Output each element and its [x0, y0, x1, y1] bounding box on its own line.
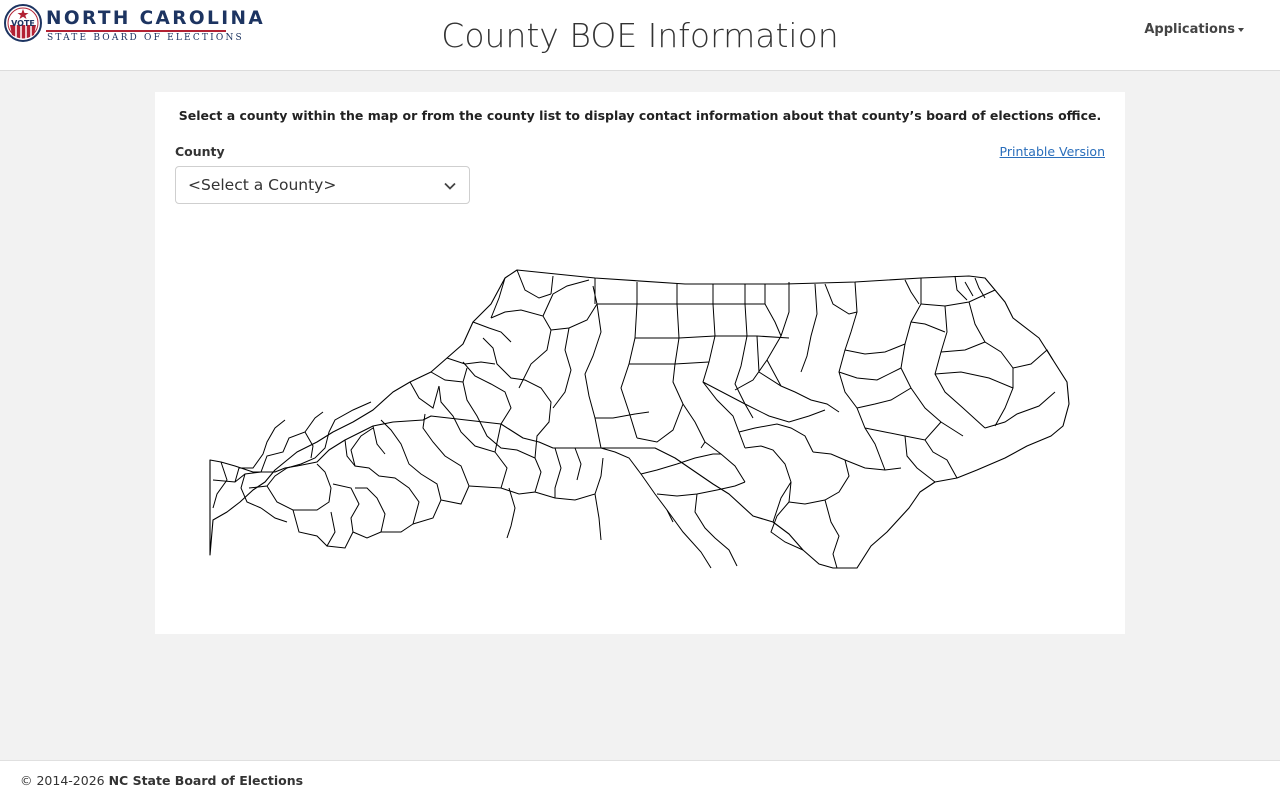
county-info-card: Select a county within the map or from t… — [155, 92, 1125, 634]
caret-down-icon — [1238, 27, 1244, 32]
county-border — [380, 419, 442, 525]
county-border — [574, 447, 582, 481]
county-border — [260, 507, 288, 523]
chevron-down-icon — [444, 182, 456, 190]
printable-version-link[interactable]: Printable Version — [1000, 144, 1105, 159]
applications-menu[interactable]: Applications — [1144, 22, 1244, 37]
county-select[interactable]: <Select a County> — [175, 166, 470, 204]
page-title: County BOE Information — [441, 16, 839, 55]
top-navbar: VOTE NORTH CAROLINA STATE BOARD OF ELECT… — [0, 0, 1280, 71]
county-border — [506, 487, 516, 539]
county-border — [554, 447, 562, 498]
footer-text: © 2014-2026 NC State Board of Elections — [20, 773, 303, 788]
county-border — [344, 439, 356, 467]
footer-org: NC State Board of Elections — [108, 773, 304, 788]
instructions-text: Select a county within the map or from t… — [178, 108, 1102, 123]
county-border — [352, 487, 386, 539]
county-border — [600, 447, 674, 523]
nc-county-map-svg[interactable] — [205, 232, 1075, 572]
county-border — [292, 509, 336, 547]
county-border — [422, 413, 470, 505]
county-border — [372, 425, 386, 455]
county-border — [534, 457, 604, 501]
applications-menu-label: Applications — [1144, 22, 1235, 37]
footer-copyright: © 2014-2026 — [20, 773, 105, 788]
state-outline — [209, 269, 1070, 569]
county-border — [350, 427, 420, 533]
county-map[interactable] — [205, 232, 1075, 572]
county-border — [666, 509, 712, 569]
county-select-value: <Select a County> — [188, 176, 337, 194]
county-label: County — [175, 144, 225, 159]
footer: © 2014-2026 NC State Board of Elections — [0, 760, 1280, 800]
county-border — [594, 493, 602, 541]
county-border — [694, 493, 738, 567]
